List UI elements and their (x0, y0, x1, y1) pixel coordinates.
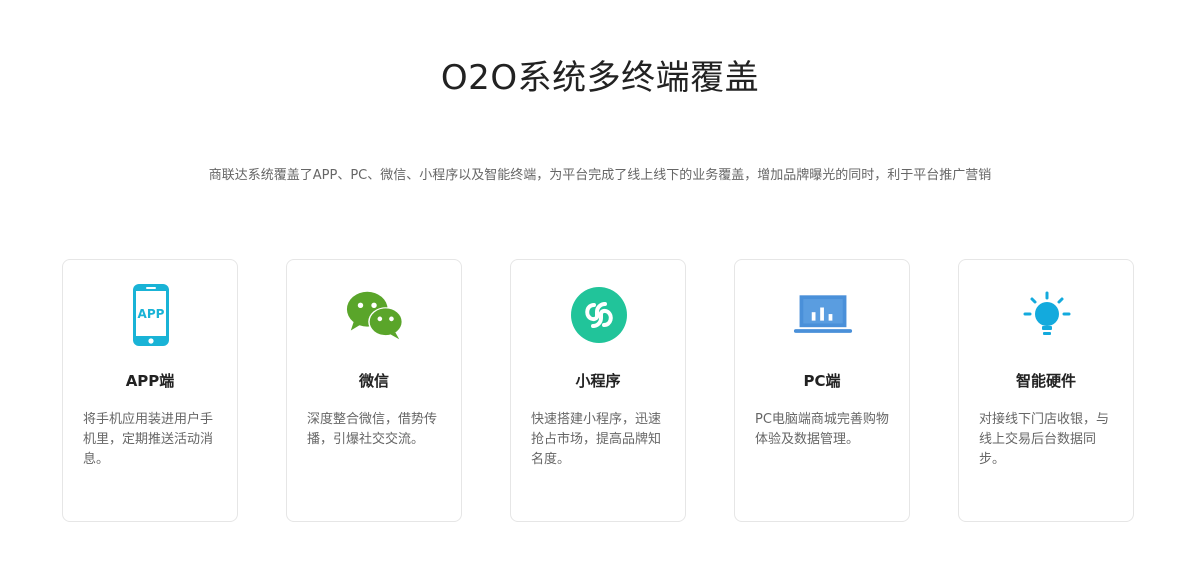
card-app[interactable]: APP APP端 将手机应用装进用户手机里，定期推送活动消息。 (62, 259, 238, 522)
card-description: 将手机应用装进用户手机里，定期推送活动消息。 (83, 412, 214, 467)
page: O2O系统多终端覆盖 商联达系统覆盖了APP、PC、微信、小程序以及智能终端，为… (0, 0, 1200, 573)
lightbulb-icon (1017, 284, 1077, 346)
terminal-cards: APP APP端 将手机应用装进用户手机里，定期推送活动消息。 微信 深度整合微… (62, 259, 1138, 525)
card-wechat[interactable]: 微信 深度整合微信，借势传播，引爆社交交流。 (286, 259, 462, 522)
card-title: PC端 (803, 372, 841, 390)
section-title: O2O系统多终端覆盖 (440, 58, 760, 98)
card-pc[interactable]: PC端 PC电脑端商城完善购物体验及数据管理。 (734, 259, 910, 522)
card-title: 小程序 (575, 372, 621, 390)
card-description: PC电脑端商城完善购物体验及数据管理。 (755, 412, 889, 447)
section-subtitle: 商联达系统覆盖了APP、PC、微信、小程序以及智能终端，为平台完成了线上线下的业… (208, 168, 992, 183)
card-title: 微信 (358, 372, 389, 390)
card-miniprogram[interactable]: 小程序 快速搭建小程序，迅速抢占市场，提高品牌知名度。 (510, 259, 686, 522)
wechat-icon (345, 284, 405, 346)
card-description: 快速搭建小程序，迅速抢占市场，提高品牌知名度。 (531, 412, 662, 467)
miniprogram-icon (569, 284, 629, 346)
card-title: APP端 (125, 372, 175, 390)
card-title: 智能硬件 (1015, 372, 1076, 390)
app-icon-label: APP (138, 307, 165, 321)
card-description: 深度整合微信，借势传播，引爆社交交流。 (307, 412, 438, 447)
card-hardware[interactable]: 智能硬件 对接线下门店收银，与线上交易后台数据同步。 (958, 259, 1134, 522)
laptop-chart-icon (793, 284, 853, 346)
card-description: 对接线下门店收银，与线上交易后台数据同步。 (979, 412, 1110, 467)
phone-app-icon: APP (121, 284, 181, 346)
